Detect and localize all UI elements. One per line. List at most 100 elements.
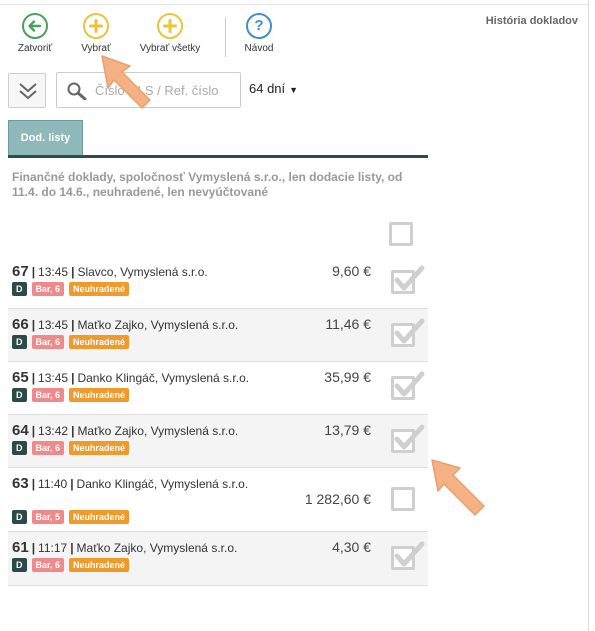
plus-circle-icon — [157, 13, 183, 39]
checkmark-icon — [394, 265, 425, 291]
document-number: 61 — [12, 539, 29, 556]
checkmark-icon — [394, 371, 425, 397]
document-amount: 1 282,60 € — [304, 491, 371, 507]
document-amount: 4,30 € — [332, 539, 371, 555]
days-range-value: 64 dní — [249, 81, 286, 96]
toolbar: Zatvoriť Vybrať Vybrať všetky ? Návod Hi… — [0, 5, 588, 65]
plus-circle-icon — [83, 13, 109, 39]
close-button-label: Zatvoriť — [17, 43, 53, 54]
list-item[interactable]: 64 | 13:42 | Maťko Zajko, Vymyslená s.r.o. 1… — [8, 415, 428, 468]
status-badge: Neuhradené — [69, 282, 130, 296]
app-window: Zatvoriť Vybrať Vybrať všetky ? Návod Hi… — [0, 0, 595, 631]
list-item[interactable]: 66 | 13:45 | Maťko Zajko, Vymyslená s.r.o. 1… — [8, 309, 428, 362]
toolbar-divider — [225, 17, 226, 57]
type-badge: D — [12, 441, 27, 455]
checkmark-icon — [394, 541, 425, 567]
bar-badge: Bar, 6 — [31, 558, 65, 572]
document-customer: Slavco, Vymyslená s.r.o. — [77, 265, 208, 279]
caret-down-icon: ▼ — [289, 85, 299, 95]
separator: | — [71, 371, 75, 385]
list-item[interactable]: 65 | 13:45 | Danko Klingáč, Vymyslená s.r.o.… — [8, 362, 428, 415]
type-badge: D — [12, 388, 27, 402]
magnifier-icon — [67, 82, 87, 100]
type-badge: D — [12, 510, 27, 524]
row-checkbox[interactable] — [391, 318, 425, 349]
document-amount: 35,99 € — [324, 369, 371, 385]
status-badge: Neuhradené — [69, 441, 130, 455]
status-badge: Neuhradené — [69, 388, 130, 402]
document-customer: Maťko Zajko, Vymyslená s.r.o. — [76, 541, 238, 555]
row-checkbox[interactable] — [391, 424, 425, 455]
checkmark-icon — [394, 318, 425, 344]
separator: | — [70, 477, 74, 491]
separator: | — [31, 541, 36, 555]
document-customer: Maťko Zajko, Vymyslená s.r.o. — [77, 424, 239, 438]
row-checkbox[interactable] — [391, 541, 425, 572]
list-item[interactable]: 67 | 13:45 | Slavco, Vymyslená s.r.o. 9,60 €… — [8, 256, 428, 309]
collapse-filter-button[interactable] — [8, 73, 46, 108]
status-badge: Neuhradené — [69, 335, 130, 349]
document-amount: 9,60 € — [332, 263, 371, 279]
document-amount: 11,46 € — [325, 316, 371, 332]
document-time: 13:42 — [38, 424, 69, 438]
bar-badge: Bar, 6 — [31, 441, 65, 455]
list-item[interactable]: 63 | 11:40 | Danko Klingáč, Vymyslená s.r.o.… — [8, 468, 428, 532]
separator: | — [31, 371, 36, 385]
document-time: 11:17 — [38, 541, 68, 555]
separator: | — [71, 424, 75, 438]
help-symbol: ? — [254, 17, 264, 34]
help-button-label: Návod — [244, 43, 274, 54]
badge-group: D Bar, 6 Neuhradené — [12, 282, 134, 300]
pointer-arrow-icon — [101, 55, 151, 109]
status-badge: Neuhradené — [69, 558, 130, 572]
double-chevron-down-icon — [19, 83, 37, 100]
document-number: 67 — [12, 263, 29, 280]
pointer-arrow-icon — [431, 459, 485, 516]
tab-delivery-notes[interactable]: Dod. listy — [8, 120, 83, 156]
row-header: 67 | 13:45 | Slavco, Vymyslená s.r.o. — [12, 263, 208, 280]
days-range-select[interactable]: 64 dní ▼ — [249, 81, 298, 96]
document-amount: 13,79 € — [324, 422, 371, 438]
bar-badge: Bar, 5 — [31, 510, 65, 524]
history-link[interactable]: História dokladov — [486, 15, 578, 27]
document-number: 64 — [12, 422, 29, 439]
right-border — [588, 0, 589, 631]
document-number: 66 — [12, 316, 29, 333]
separator: | — [31, 318, 36, 332]
question-circle-icon: ? — [246, 13, 272, 39]
row-checkbox[interactable] — [391, 483, 421, 513]
document-time: 11:40 — [38, 477, 68, 491]
row-header: 66 | 13:45 | Maťko Zajko, Vymyslená s.r.o. — [12, 316, 238, 333]
separator: | — [70, 541, 74, 555]
tab-underline — [8, 155, 428, 158]
bar-badge: Bar, 6 — [31, 282, 65, 296]
document-customer: Maťko Zajko, Vymyslená s.r.o. — [77, 318, 239, 332]
document-time: 13:45 — [38, 371, 69, 385]
document-time: 13:45 — [38, 265, 69, 279]
badge-group: D Bar, 6 Neuhradené — [12, 558, 134, 576]
separator: | — [31, 265, 36, 279]
badge-group: D Bar, 6 Neuhradené — [12, 388, 134, 406]
document-time: 13:45 — [38, 318, 69, 332]
row-checkbox[interactable] — [391, 371, 425, 402]
document-number: 63 — [12, 475, 29, 492]
row-checkbox[interactable] — [391, 265, 425, 296]
badge-group: D Bar, 5 Neuhradené — [12, 510, 134, 528]
document-customer: Danko Klingáč, Vymyslená s.r.o. — [76, 477, 249, 491]
type-badge: D — [12, 335, 27, 349]
list-item[interactable]: 61 | 11:17 | Maťko Zajko, Vymyslená s.r.o. 4… — [8, 532, 428, 586]
close-button[interactable]: Zatvoriť — [14, 13, 56, 63]
checkbox-frame — [391, 487, 415, 511]
bar-badge: Bar, 6 — [31, 388, 65, 402]
separator: | — [71, 318, 75, 332]
row-header: 65 | 13:45 | Danko Klingáč, Vymyslená s.r.o. — [12, 369, 249, 386]
separator: | — [31, 424, 36, 438]
row-header: 61 | 11:17 | Maťko Zajko, Vymyslená s.r.o. — [12, 539, 237, 556]
document-customer: Danko Klingáč, Vymyslená s.r.o. — [77, 371, 250, 385]
type-badge: D — [12, 282, 27, 296]
separator: | — [71, 265, 75, 279]
select-all-checkbox[interactable] — [389, 222, 413, 246]
arrow-left-circle-icon — [22, 13, 48, 39]
status-badge: Neuhradené — [69, 510, 130, 524]
help-button[interactable]: ? Návod — [242, 13, 276, 63]
